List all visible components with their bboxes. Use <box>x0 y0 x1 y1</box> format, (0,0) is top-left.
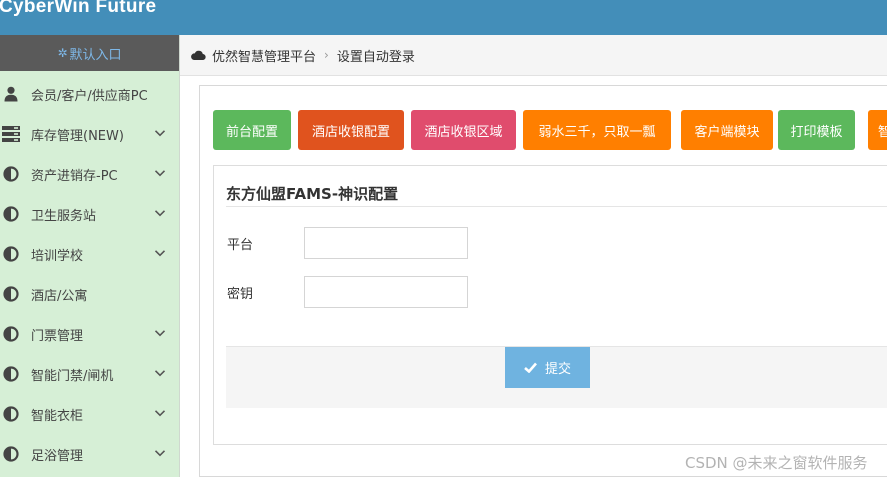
toolbar-button[interactable]: 客户端模块 <box>681 110 773 150</box>
default-entry-label: 默认入口 <box>69 47 122 63</box>
breadcrumb-current: 设置自动登录 <box>336 49 415 65</box>
secret-key-input[interactable] <box>304 276 468 308</box>
settings-panel: 前台配置 酒店收银配置 酒店收银区域 弱水三千，只取一瓢 客户端模块 打印模板智 东方仙盟… <box>199 85 887 477</box>
sidebar: ✲ 默认入口 会员/客户/供应商PC 库存管理(NEW) 资产进销存-PC 卫生服务站… <box>0 35 180 477</box>
sidebar-item-label: 卫生服务站 <box>31 208 97 224</box>
sidebar-item-label: 会员/客户/供应商PC <box>31 88 148 104</box>
sidebar-item[interactable]: 资产进销存-PC <box>0 154 179 194</box>
platform-label: 平台 <box>227 238 254 253</box>
adjust-icon <box>2 245 20 263</box>
chevron-down-icon <box>154 367 166 379</box>
chevron-down-icon <box>154 127 166 139</box>
platform-input[interactable] <box>304 227 468 259</box>
sidebar-item-label: 酒店/公寓 <box>31 288 88 304</box>
gear-icon: ✲ <box>57 46 68 60</box>
form-actions: 提交 <box>226 346 887 408</box>
breadcrumb: 优然智慧管理平台 › 设置自动登录 <box>180 35 887 76</box>
toolbar-button[interactable]: 智 <box>868 110 887 150</box>
adjust-icon <box>2 285 20 303</box>
toolbar-button[interactable]: 酒店收银配置 <box>298 110 404 150</box>
adjust-icon <box>2 365 20 383</box>
chevron-down-icon <box>154 407 166 419</box>
sidebar-item-label: 库存管理(NEW) <box>31 128 124 144</box>
chevron-down-icon <box>154 447 166 459</box>
sidebar-item[interactable]: 酒店/公寓 <box>0 274 179 314</box>
sidebar-item[interactable]: 智能衣柜 <box>0 394 179 434</box>
sidebar-item[interactable]: 门票管理 <box>0 314 179 354</box>
adjust-icon <box>2 405 20 423</box>
chevron-down-icon <box>154 247 166 259</box>
config-button-row: 前台配置 酒店收银配置 酒店收银区域 弱水三千，只取一瓢 客户端模块 打印模板智 <box>213 110 887 150</box>
secret-key-label: 密钥 <box>227 287 254 302</box>
toolbar-button[interactable]: 打印模板 <box>778 110 855 150</box>
chevron-down-icon <box>154 167 166 179</box>
sidebar-item-label: 门票管理 <box>31 328 84 344</box>
user-icon <box>2 85 20 103</box>
cloud-icon <box>191 50 206 61</box>
toolbar-button[interactable]: 酒店收银区域 <box>411 110 516 150</box>
chevron-down-icon <box>154 327 166 339</box>
check-icon <box>524 362 537 373</box>
breadcrumb-root-link[interactable]: 优然智慧管理平台 <box>212 46 316 65</box>
form-panel: 东方仙盟FAMS-神识配置 平台 密钥 提交 <box>213 165 887 445</box>
adjust-icon <box>2 325 20 343</box>
csdn-watermark: CSDN @未来之窗软件服务 <box>685 454 868 472</box>
sidebar-item-label: 资产进销存-PC <box>31 168 118 184</box>
submit-button[interactable]: 提交 <box>505 347 590 388</box>
adjust-icon <box>2 165 20 183</box>
sidebar-item[interactable]: 足浴管理 <box>0 434 179 474</box>
toolbar-button[interactable]: 前台配置 <box>213 110 291 150</box>
server-icon <box>2 125 20 143</box>
sidebar-item[interactable]: 会员/客户/供应商PC <box>0 74 179 114</box>
sidebar-item[interactable]: 智能门禁/闸机 <box>0 354 179 394</box>
sidebar-menu: 会员/客户/供应商PC 库存管理(NEW) 资产进销存-PC 卫生服务站培训学校酒店/… <box>0 74 179 474</box>
adjust-icon <box>2 205 20 223</box>
form-title: 东方仙盟FAMS-神识配置 <box>226 185 399 203</box>
chevron-right-icon: › <box>324 48 329 62</box>
sidebar-item[interactable]: 卫生服务站 <box>0 194 179 234</box>
sidebar-item-label: 智能衣柜 <box>31 408 84 424</box>
sidebar-item-label: 智能门禁/闸机 <box>31 368 114 384</box>
sidebar-item[interactable]: 培训学校 <box>0 234 179 274</box>
sidebar-item-label: 足浴管理 <box>31 448 84 464</box>
default-entry-button[interactable]: ✲ 默认入口 <box>0 35 179 71</box>
adjust-icon <box>2 445 20 463</box>
sidebar-item[interactable]: 库存管理(NEW) <box>0 114 179 154</box>
chevron-down-icon <box>154 207 166 219</box>
main-content: 优然智慧管理平台 › 设置自动登录 前台配置 酒店收银配置 酒店收银区域 弱水三千，只… <box>180 35 887 477</box>
submit-label: 提交 <box>544 362 571 377</box>
sidebar-item-label: 培训学校 <box>31 248 84 264</box>
title-divider <box>226 206 887 207</box>
top-navbar: CyberWin Future <box>0 0 887 35</box>
brand-title[interactable]: CyberWin Future <box>0 0 156 18</box>
toolbar-button[interactable]: 弱水三千，只取一瓢 <box>523 110 671 150</box>
